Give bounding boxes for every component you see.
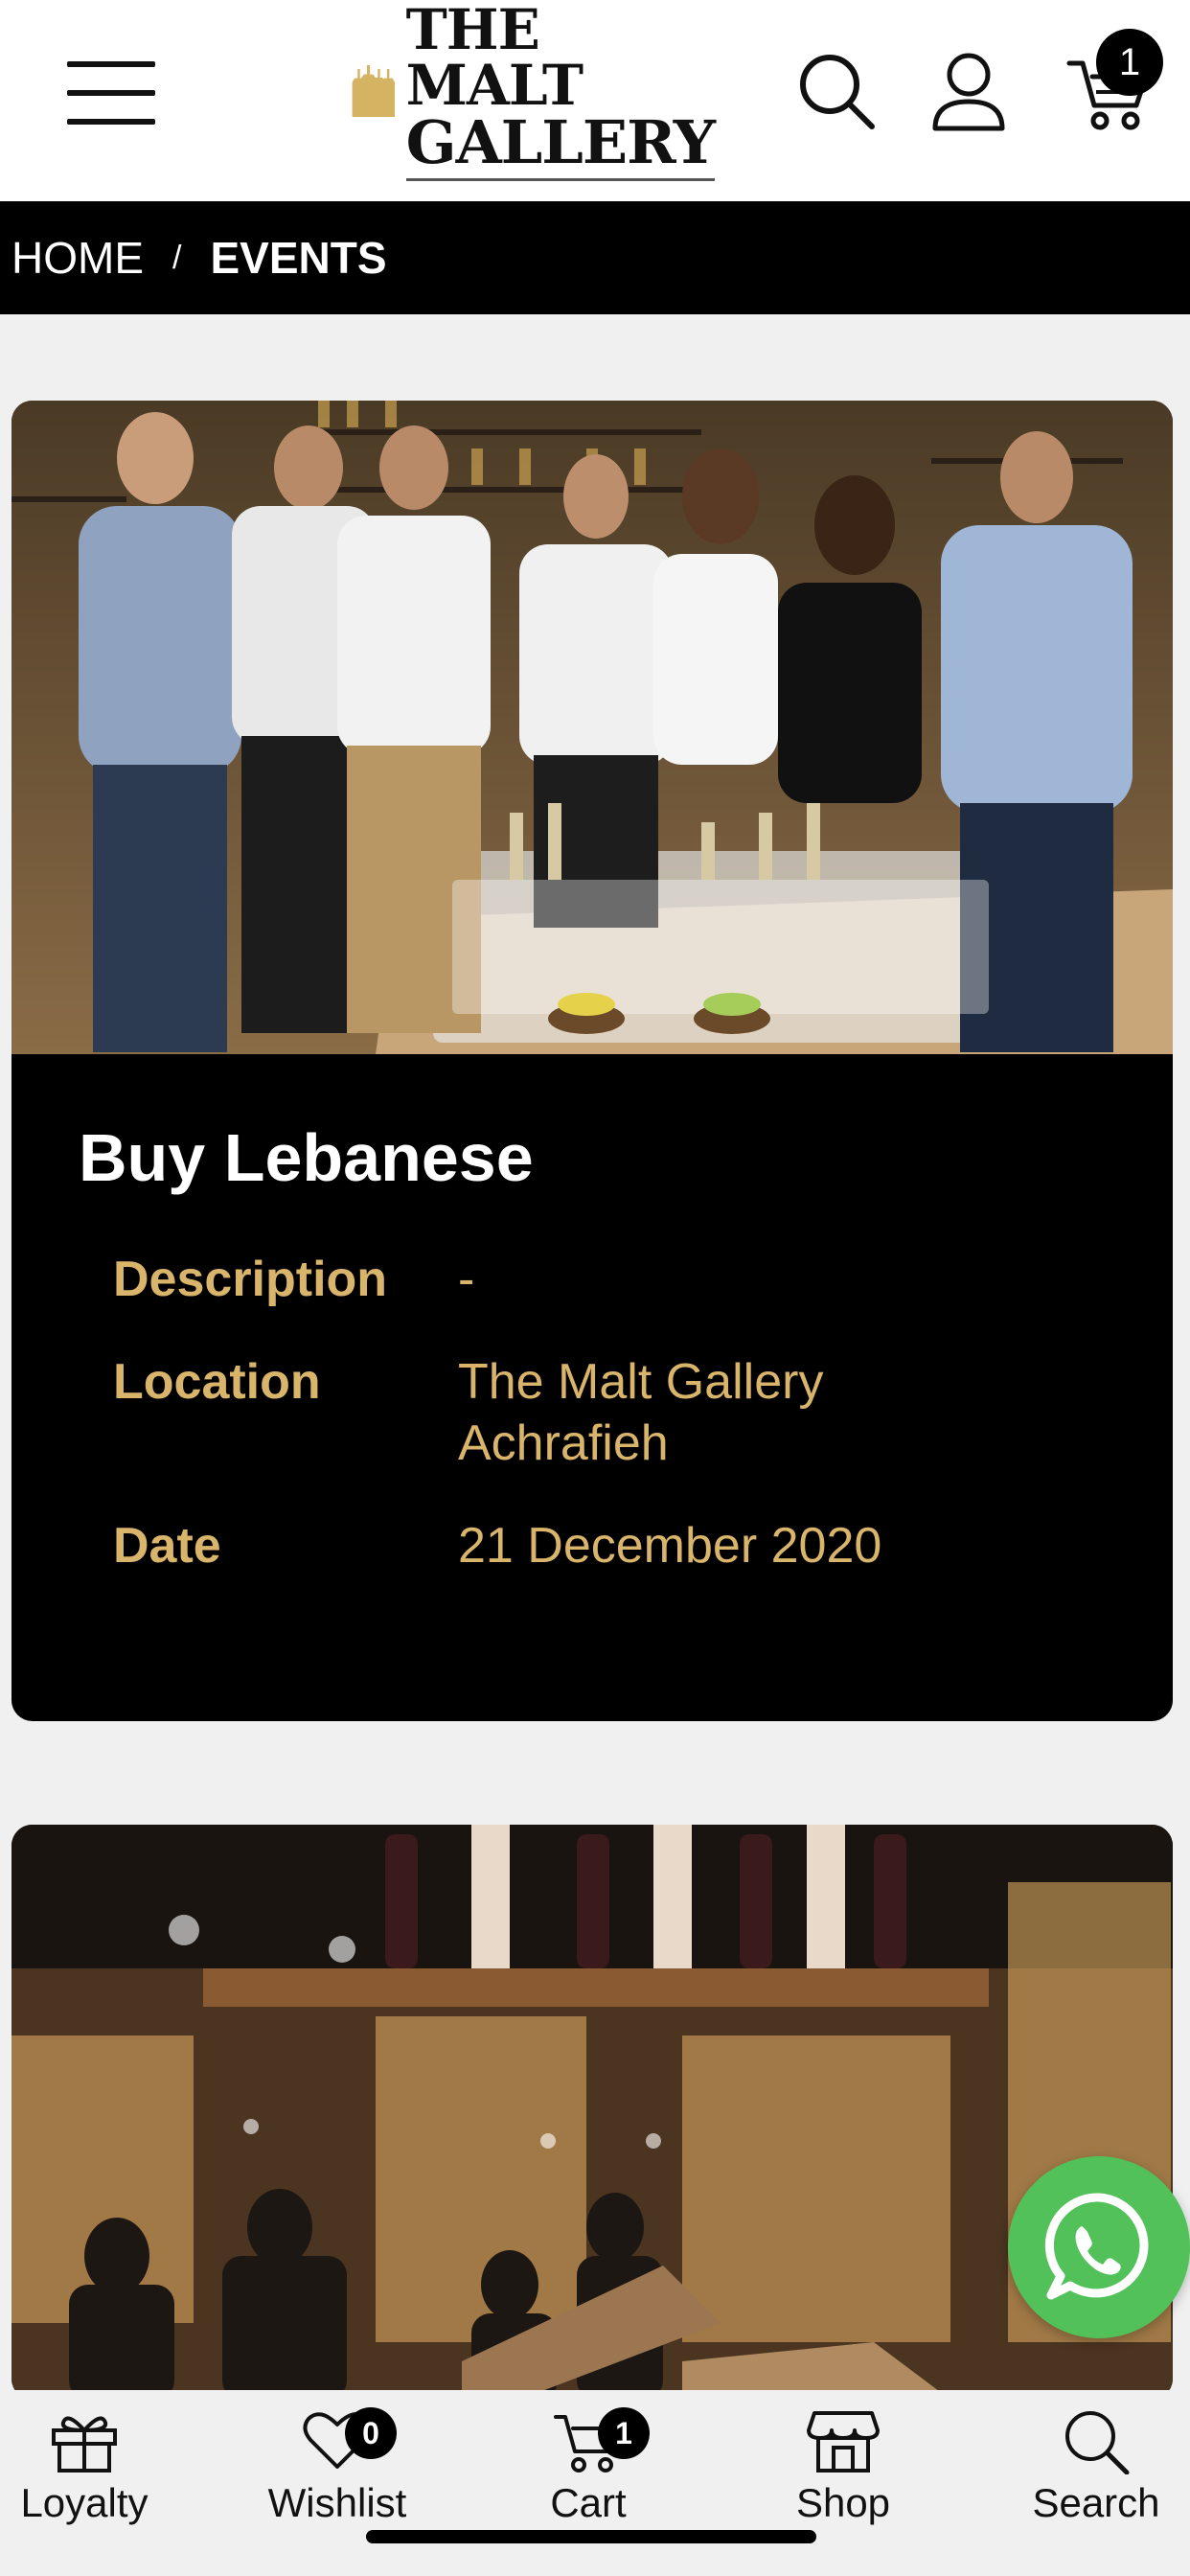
event-details: Buy Lebanese Description - Location The … [11,1054,1173,1577]
location-value-line1: The Malt Gallery [458,1354,824,1411]
description-value: - [458,1252,475,1307]
nav-loyalty-label: Loyalty [20,2480,149,2525]
event-photo [11,401,1173,1054]
nav-search[interactable]: Search [1000,2407,1190,2526]
cart-count-badge: 1 [1096,29,1163,96]
event-card[interactable]: Buy Lebanese Description - Location The … [11,401,1173,1721]
event-card[interactable] [11,1825,1173,2400]
breadcrumb-current: EVENTS [210,233,387,283]
nav-cart-label: Cart [550,2480,627,2525]
whatsapp-button[interactable] [1008,2156,1190,2338]
logo-text-line2: GALLERY [405,112,716,181]
event-location-row: Location The Malt Gallery Achrafieh [113,1352,1173,1474]
wishlist-count-badge: 0 [345,2407,397,2459]
nav-wishlist[interactable]: Wishlist 0 [241,2407,433,2526]
logo[interactable]: THE MALT GALLERY [351,2,716,181]
breadcrumb-separator: / [172,239,182,276]
event-date-row: Date 21 December 2020 [113,1516,1173,1576]
nav-wishlist-label: Wishlist [267,2480,407,2525]
store-icon [807,2411,880,2472]
whatsapp-icon [1044,2193,1149,2300]
nav-loyalty[interactable]: Loyalty [0,2407,180,2526]
event-title: Buy Lebanese [79,1120,534,1195]
gift-icon [52,2416,117,2472]
home-indicator [366,2530,816,2543]
user-icon[interactable] [927,50,1010,132]
search-icon[interactable] [795,50,878,132]
event-photo [11,1825,1173,2400]
nav-cart[interactable]: Cart 1 [492,2407,684,2526]
search-icon [1065,2411,1130,2474]
nav-search-label: Search [1032,2480,1160,2525]
location-value: The Malt Gallery Achrafieh [458,1352,1129,1474]
location-label: Location [113,1354,321,1411]
menu-icon[interactable] [67,61,155,125]
breadcrumb: HOME / EVENTS [0,201,1190,314]
location-value-line2: Achrafieh [458,1414,669,1471]
cart-count-badge: 1 [598,2407,650,2459]
date-label: Date [113,1518,221,1575]
logo-bottles-icon [352,64,396,118]
event-description-row: Description - [113,1250,1173,1310]
breadcrumb-home-link[interactable]: HOME [11,232,144,284]
nav-shop[interactable]: Shop [747,2407,939,2526]
logo-text-line1: THE MALT [405,0,584,118]
description-label: Description [113,1252,388,1307]
date-value: 21 December 2020 [458,1518,882,1575]
app-header: THE MALT GALLERY 1 [0,0,1190,201]
nav-shop-label: Shop [795,2480,891,2525]
bottom-nav: Loyalty Wishlist 0 Cart 1 Shop Search [0,2390,1190,2576]
